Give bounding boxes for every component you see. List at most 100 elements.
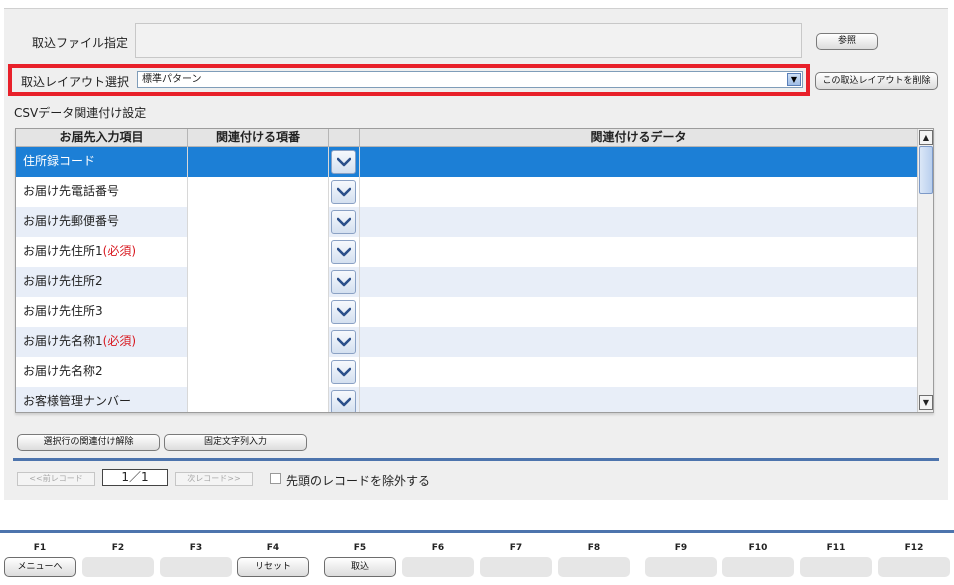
dropdown-arrow-icon[interactable]: ▼ — [787, 73, 801, 86]
fkey-label-f4: F4 — [266, 543, 280, 553]
row-label: お届け先郵便番号 — [23, 214, 120, 228]
unlink-selected-button[interactable]: 選択行の関連付け解除 — [17, 434, 160, 451]
row-link-data — [360, 387, 917, 412]
row-link-number[interactable] — [188, 267, 329, 297]
chevron-down-icon[interactable] — [331, 210, 356, 234]
fkey-button-f4[interactable]: リセット — [237, 557, 309, 577]
layout-select[interactable]: 標準パターン ▼ — [137, 71, 803, 88]
row-link-data — [360, 147, 917, 177]
delete-layout-button[interactable]: この取込レイアウトを削除 — [815, 72, 938, 90]
row-link-data — [360, 237, 917, 267]
prev-record-button[interactable]: <<前レコード — [17, 472, 95, 486]
required-mark: (必須) — [102, 244, 137, 258]
fkey-button-f5[interactable]: 取込 — [324, 557, 396, 577]
row-input-item: お届け先住所3 — [16, 297, 188, 327]
row-input-item: お客様管理ナンバー — [16, 387, 188, 412]
fkey-label-f9: F9 — [674, 543, 688, 553]
fkey-label-f2: F2 — [111, 543, 125, 553]
row-label: お客様管理ナンバー — [23, 394, 132, 408]
fkey-button-f2 — [82, 557, 154, 577]
table-row[interactable]: お届け先郵便番号 — [16, 207, 917, 237]
fkey-label-f11: F11 — [826, 543, 846, 553]
row-input-item: お届け先名称1(必須) — [16, 327, 188, 357]
fkey-button-f9 — [645, 557, 717, 577]
fkey-button-f6 — [402, 557, 474, 577]
row-link-number[interactable] — [188, 207, 329, 237]
row-input-item: 住所録コード — [16, 147, 188, 177]
fkey-button-f11 — [800, 557, 872, 577]
row-label: 住所録コード — [23, 154, 96, 168]
row-label: お届け先住所2 — [23, 274, 103, 288]
mapping-grid: お届先入力項目 関連付ける項番 関連付けるデータ 住所録コード お届け先電話番号お… — [15, 128, 934, 413]
scroll-up-icon[interactable]: ▲ — [919, 130, 933, 145]
fkey-button-f1[interactable]: メニューへ — [4, 557, 76, 577]
file-label: 取込ファイル指定 — [32, 36, 129, 50]
exclude-first-checkbox[interactable] — [270, 473, 281, 484]
chevron-down-icon[interactable] — [331, 300, 356, 324]
chevron-down-icon[interactable] — [331, 240, 356, 264]
table-row[interactable]: お届け先名称2 — [16, 357, 917, 387]
fkey-button-f7 — [480, 557, 552, 577]
chevron-down-icon[interactable] — [331, 330, 356, 354]
row-dropdown-cell — [329, 147, 360, 177]
chevron-down-icon[interactable] — [331, 180, 356, 204]
chevron-down-icon[interactable] — [331, 360, 356, 384]
fkey-label-f5: F5 — [353, 543, 367, 553]
table-row[interactable]: お届け先電話番号 — [16, 177, 917, 207]
required-mark: (必須) — [102, 334, 137, 348]
row-link-number[interactable] — [188, 357, 329, 387]
table-row[interactable]: お届け先名称1(必須) — [16, 327, 917, 357]
fkey-button-f10 — [722, 557, 794, 577]
row-link-number[interactable] — [188, 387, 329, 412]
row-link-number[interactable] — [188, 147, 329, 177]
grid-scrollbar[interactable]: ▲ ▼ — [917, 129, 933, 412]
row-input-item: お届け先郵便番号 — [16, 207, 188, 237]
header-input-item: お届先入力項目 — [16, 129, 188, 147]
row-link-number[interactable] — [188, 297, 329, 327]
row-label: お届け先住所3 — [23, 304, 103, 318]
table-row[interactable]: お届け先住所1(必須) — [16, 237, 917, 267]
fixed-string-button[interactable]: 固定文字列入力 — [164, 434, 307, 451]
scroll-thumb[interactable] — [919, 146, 933, 194]
row-link-number[interactable] — [188, 327, 329, 357]
fkey-button-f8 — [558, 557, 630, 577]
section-separator — [13, 458, 939, 461]
fkey-label-f10: F10 — [748, 543, 768, 553]
grid-header: お届先入力項目 関連付ける項番 関連付けるデータ — [16, 129, 917, 147]
fkey-button-f12 — [878, 557, 950, 577]
row-dropdown-cell — [329, 207, 360, 237]
table-row[interactable]: お届け先住所2 — [16, 267, 917, 297]
scroll-down-icon[interactable]: ▼ — [919, 395, 933, 410]
row-dropdown-cell — [329, 297, 360, 327]
row-input-item: お届け先住所2 — [16, 267, 188, 297]
row-dropdown-cell — [329, 267, 360, 297]
browse-button[interactable]: 参照 — [816, 33, 878, 50]
row-input-item: お届け先住所1(必須) — [16, 237, 188, 267]
layout-select-value: 標準パターン — [142, 74, 202, 85]
row-dropdown-cell — [329, 387, 360, 412]
row-label: お届け先電話番号 — [23, 184, 120, 198]
row-input-item: お届け先名称2 — [16, 357, 188, 387]
header-link-number: 関連付ける項番 — [188, 129, 329, 147]
row-dropdown-cell — [329, 327, 360, 357]
table-row[interactable]: 住所録コード — [16, 147, 917, 177]
chevron-down-icon[interactable] — [331, 390, 356, 412]
chevron-down-icon[interactable] — [331, 270, 356, 294]
row-link-number[interactable] — [188, 177, 329, 207]
fkey-label-f3: F3 — [189, 543, 203, 553]
row-input-item: お届け先電話番号 — [16, 177, 188, 207]
fkey-label-f8: F8 — [587, 543, 601, 553]
row-label: お届け先名称2 — [23, 364, 103, 378]
row-link-number[interactable] — [188, 237, 329, 267]
chevron-down-icon[interactable] — [331, 150, 356, 174]
table-row[interactable]: お客様管理ナンバー — [16, 387, 917, 412]
fkey-label-f1: F1 — [33, 543, 47, 553]
record-counter: 1／1 — [102, 469, 168, 486]
table-row[interactable]: お届け先住所3 — [16, 297, 917, 327]
file-path-field[interactable] — [135, 23, 802, 58]
row-label: お届け先住所1 — [23, 244, 103, 258]
row-dropdown-cell — [329, 237, 360, 267]
next-record-button[interactable]: 次レコード>> — [175, 472, 253, 486]
layout-label: 取込レイアウト選択 — [21, 75, 130, 89]
fkey-label-f12: F12 — [904, 543, 924, 553]
